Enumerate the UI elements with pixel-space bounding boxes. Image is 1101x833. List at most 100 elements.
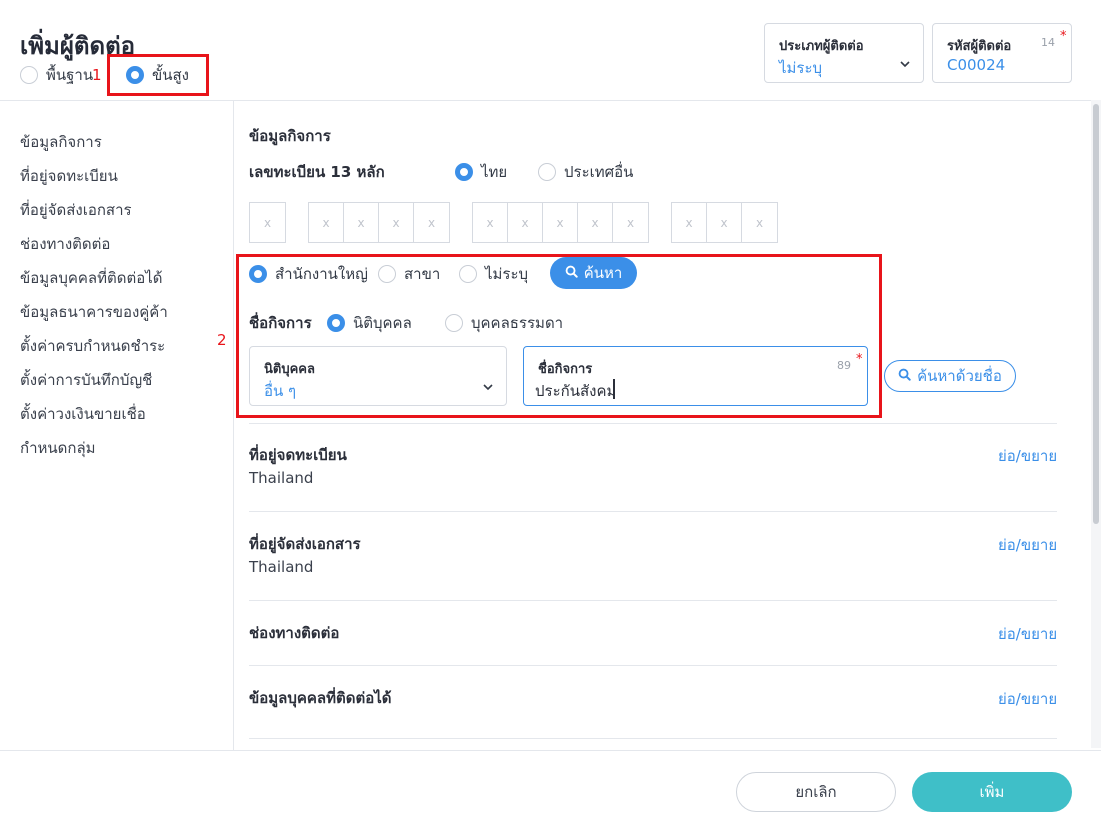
tax-id-digit-input[interactable]: x bbox=[543, 203, 578, 242]
contact-code-field[interactable]: รหัสผู้ติดต่อ 14 * C00024 bbox=[932, 23, 1072, 83]
tax-id-group-1: x bbox=[249, 202, 286, 243]
sidebar-item-contact-channels[interactable]: ช่องทางติดต่อ bbox=[20, 232, 110, 256]
entity-person-radio[interactable]: บุคคลธรรมดา bbox=[445, 311, 563, 335]
radio-unchecked-icon bbox=[538, 163, 556, 181]
radio-checked-icon bbox=[126, 66, 144, 84]
tax-id-digit-input[interactable]: x bbox=[742, 203, 777, 242]
country-thai-label: ไทย bbox=[481, 163, 508, 181]
juristic-type-label: นิติบุคคล bbox=[264, 362, 315, 377]
tax-id-digit-input[interactable]: x bbox=[613, 203, 648, 242]
business-name-field-label: ชื่อกิจการ bbox=[538, 362, 593, 377]
tax-id-digit-input[interactable]: x bbox=[414, 203, 449, 242]
entity-juristic-radio[interactable]: นิติบุคคล bbox=[327, 311, 412, 335]
add-button[interactable]: เพิ่ม bbox=[912, 772, 1072, 812]
sidebar-divider bbox=[233, 100, 234, 750]
mode-advanced-radio[interactable]: ขั้นสูง bbox=[126, 63, 189, 87]
branch-head-office-label: สำนักงานใหญ่ bbox=[275, 265, 368, 283]
tax-id-digit-input[interactable]: x bbox=[473, 203, 508, 242]
search-by-name-button[interactable]: ค้นหาด้วยชื่อ bbox=[884, 360, 1016, 392]
tax-id-digit-input[interactable]: x bbox=[379, 203, 414, 242]
search-button[interactable]: ค้นหา bbox=[550, 257, 637, 289]
sidebar-item-shipping-address[interactable]: ที่อยู่จัดส่งเอกสาร bbox=[20, 198, 132, 222]
annotation-number-2: 2 bbox=[217, 331, 227, 349]
entity-person-label: บุคคลธรรมดา bbox=[471, 314, 564, 332]
contact-code-label: รหัสผู้ติดต่อ bbox=[947, 39, 1012, 54]
chevron-down-icon bbox=[482, 379, 494, 397]
juristic-type-value: อื่น ๆ bbox=[264, 382, 297, 400]
country-thai-radio[interactable]: ไทย bbox=[455, 160, 507, 184]
tax-id-digit-input[interactable]: x bbox=[578, 203, 613, 242]
annotation-number-1: 1 bbox=[92, 66, 102, 84]
scrollbar-thumb[interactable] bbox=[1093, 104, 1099, 524]
mode-basic-label: พื้นฐาน bbox=[46, 66, 94, 84]
shipping-address-title: ที่อยู่จัดส่งเอกสาร bbox=[249, 535, 361, 553]
required-mark: * bbox=[856, 352, 863, 367]
radio-unchecked-icon bbox=[459, 265, 477, 283]
search-by-name-label: ค้นหาด้วยชื่อ bbox=[917, 367, 1002, 385]
contact-type-label: ประเภทผู้ติดต่อ bbox=[779, 39, 864, 54]
contact-code-value: C00024 bbox=[947, 56, 1006, 74]
required-mark: * bbox=[1060, 29, 1067, 44]
shipping-address-toggle[interactable]: ย่อ/ขยาย bbox=[998, 533, 1057, 557]
sidebar-item-contact-persons[interactable]: ข้อมูลบุคคลที่ติดต่อได้ bbox=[20, 266, 163, 290]
business-name-counter: 89 bbox=[837, 359, 851, 372]
section-divider bbox=[249, 738, 1057, 739]
business-section-title: ข้อมูลกิจการ bbox=[249, 127, 331, 145]
cancel-button[interactable]: ยกเลิก bbox=[736, 772, 896, 812]
radio-checked-icon bbox=[327, 314, 345, 332]
tax-id-group-4: x x x bbox=[671, 202, 778, 243]
contact-code-counter: 14 bbox=[1041, 36, 1055, 49]
radio-unchecked-icon bbox=[378, 265, 396, 283]
tax-id-group-3: x x x x x bbox=[472, 202, 649, 243]
section-divider bbox=[249, 665, 1057, 666]
header-divider bbox=[0, 100, 1091, 101]
sidebar-item-bank-info[interactable]: ข้อมูลธนาคารของคู่ค้า bbox=[20, 300, 168, 324]
mode-basic-radio[interactable]: พื้นฐาน bbox=[20, 63, 93, 87]
sidebar-item-credit-limit[interactable]: ตั้งค่าวงเงินขายเชื่อ bbox=[20, 402, 146, 426]
contact-persons-toggle[interactable]: ย่อ/ขยาย bbox=[998, 687, 1057, 711]
business-name-input[interactable]: ชื่อกิจการ 89 * ประกันสังคม bbox=[523, 346, 868, 406]
search-icon bbox=[565, 264, 578, 282]
tax-id-digit-input[interactable]: x bbox=[309, 203, 344, 242]
contact-channels-toggle[interactable]: ย่อ/ขยาย bbox=[998, 622, 1057, 646]
business-name-value: ประกันสังคม bbox=[535, 382, 617, 400]
sidebar-item-groups[interactable]: กำหนดกลุ่ม bbox=[20, 436, 96, 460]
tax-id-digit-input[interactable]: x bbox=[344, 203, 379, 242]
search-icon bbox=[898, 367, 911, 385]
section-divider bbox=[249, 423, 1057, 424]
radio-checked-icon bbox=[249, 265, 267, 283]
business-name-label: ชื่อกิจการ bbox=[249, 314, 312, 332]
sidebar-item-registered-address[interactable]: ที่อยู่จดทะเบียน bbox=[20, 164, 118, 188]
contact-channels-title: ช่องทางติดต่อ bbox=[249, 624, 340, 642]
sidebar-item-payment-terms[interactable]: ตั้งค่าครบกำหนดชำระ bbox=[20, 334, 165, 358]
juristic-type-select[interactable]: นิติบุคคล อื่น ๆ bbox=[249, 346, 507, 406]
section-divider bbox=[249, 511, 1057, 512]
entity-juristic-label: นิติบุคคล bbox=[353, 314, 412, 332]
registered-address-country: Thailand bbox=[249, 469, 314, 487]
registered-address-title: ที่อยู่จดทะเบียน bbox=[249, 446, 347, 464]
branch-branch-radio[interactable]: สาขา bbox=[378, 262, 440, 286]
shipping-address-country: Thailand bbox=[249, 558, 314, 576]
sidebar-item-accounting-settings[interactable]: ตั้งค่าการบันทึกบัญชี bbox=[20, 368, 152, 392]
registered-address-toggle[interactable]: ย่อ/ขยาย bbox=[998, 444, 1057, 468]
sidebar-item-business-info[interactable]: ข้อมูลกิจการ bbox=[20, 130, 102, 154]
section-divider bbox=[249, 600, 1057, 601]
chevron-down-icon bbox=[899, 56, 911, 74]
radio-unchecked-icon bbox=[20, 66, 38, 84]
tax-id-digit-input[interactable]: x bbox=[508, 203, 543, 242]
tax-id-digit-input[interactable]: x bbox=[672, 203, 707, 242]
branch-none-label: ไม่ระบุ bbox=[485, 265, 529, 283]
radio-checked-icon bbox=[455, 163, 473, 181]
contact-type-select[interactable]: ประเภทผู้ติดต่อ ไม่ระบุ bbox=[764, 23, 924, 83]
country-other-radio[interactable]: ประเทศอื่น bbox=[538, 160, 633, 184]
contact-persons-title: ข้อมูลบุคคลที่ติดต่อได้ bbox=[249, 689, 392, 707]
tax-id-digit-input[interactable]: x bbox=[250, 203, 285, 242]
branch-head-office-radio[interactable]: สำนักงานใหญ่ bbox=[249, 262, 368, 286]
tax-id-digit-input[interactable]: x bbox=[707, 203, 742, 242]
tax-id-label: เลขทะเบียน 13 หลัก bbox=[249, 163, 385, 181]
radio-unchecked-icon bbox=[445, 314, 463, 332]
branch-branch-label: สาขา bbox=[404, 265, 441, 283]
contact-type-value: ไม่ระบุ bbox=[779, 59, 823, 77]
branch-none-radio[interactable]: ไม่ระบุ bbox=[459, 262, 528, 286]
footer-divider bbox=[0, 750, 1101, 751]
